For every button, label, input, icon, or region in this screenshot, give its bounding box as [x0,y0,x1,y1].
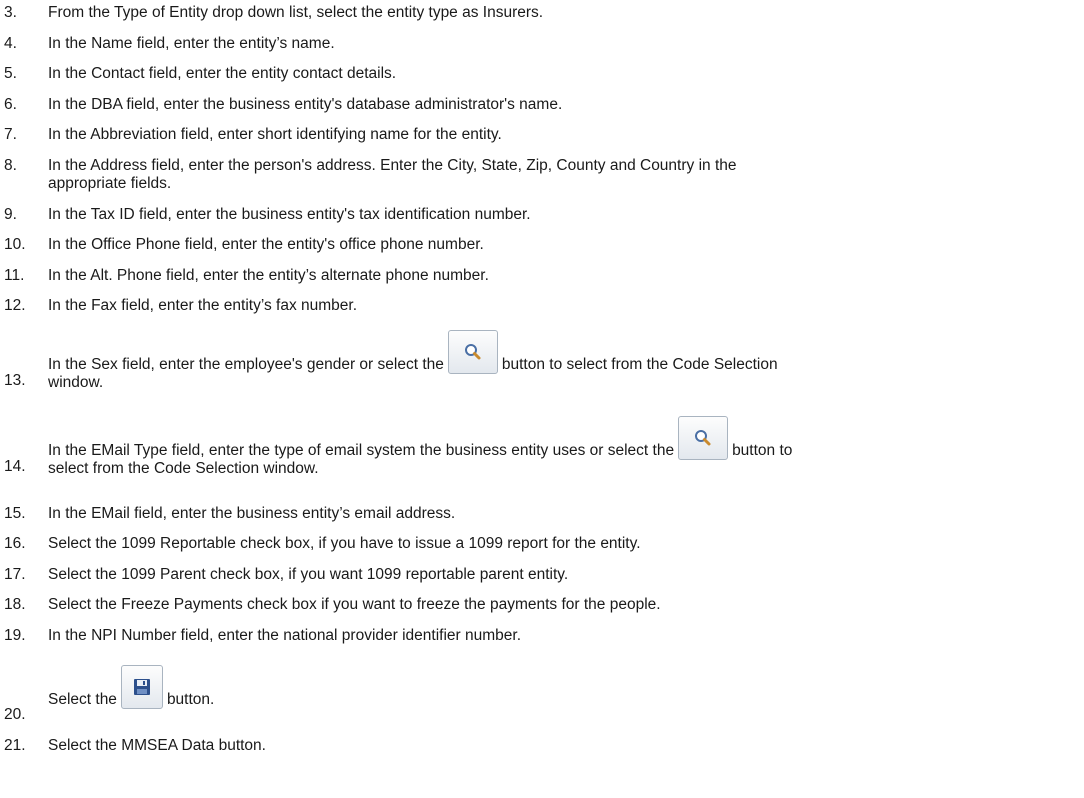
step-number: 21. [4,737,26,754]
step-text: In the DBA field, enter the business ent… [48,96,563,113]
step-21: 21. Select the MMSEA Data button. [0,737,1080,755]
step-number: 7. [4,126,17,143]
step-number: 13. [4,372,26,389]
step-text-line-1: In the Address field, enter the person's… [48,157,737,174]
step-text-after: button to [732,442,793,459]
step-text: From the Type of Entity drop down list, … [48,4,544,21]
step-text-before: In the EMail Type field, enter the type … [48,442,675,459]
step-4: 4. In the Name field, enter the entity’s… [0,35,1080,53]
step-text: In the Fax field, enter the entity’s fax… [48,297,358,314]
step-number: 14. [4,458,26,475]
step-20: 20. Select the button. [0,665,1080,723]
step-text-before: In the Sex field, enter the employee's g… [48,356,444,373]
step-number: 15. [4,505,26,522]
step-8: 8. In the Address field, enter the perso… [0,157,1080,193]
step-14: 14. In the EMail Type field, enter the t… [0,416,1080,478]
step-18: 18. Select the Freeze Payments check box… [0,596,1080,614]
step-text-after: button. [166,691,215,708]
step-number: 20. [4,706,26,723]
code-selection-search-button[interactable] [447,330,498,374]
step-9: 9. In the Tax ID field, enter the busine… [0,206,1080,224]
step-text: In the Abbreviation field, enter short i… [48,126,502,143]
step-15: 15. In the EMail field, enter the busine… [0,505,1080,523]
step-number: 11. [4,267,25,284]
step-text: Select the Freeze Payments check box if … [48,596,661,613]
magnifier-icon [695,430,711,446]
step-text: In the Name field, enter the entity’s na… [48,35,335,52]
step-19: 19. In the NPI Number field, enter the n… [0,627,1080,645]
step-5: 5. In the Contact field, enter the entit… [0,65,1080,83]
step-number: 4. [4,35,17,52]
step-text: Select the MMSEA Data button. [48,737,266,754]
step-number: 17. [4,566,26,583]
step-text-line-2: select from the Code Selection window. [48,460,319,477]
step-text: In the Office Phone field, enter the ent… [48,236,484,253]
step-number: 5. [4,65,17,82]
step-13: 13. In the Sex field, enter the employee… [0,330,1080,392]
save-button[interactable] [120,665,163,709]
step-11: 11. In the Alt. Phone field, enter the e… [0,267,1080,285]
step-text-line-2: window. [48,374,104,391]
magnifier-icon [464,344,481,360]
step-number: 8. [4,157,17,174]
step-number: 9. [4,206,17,223]
step-text-before: Select the [48,691,117,708]
step-6: 6. In the DBA field, enter the business … [0,96,1080,114]
step-7: 7. In the Abbreviation field, enter shor… [0,126,1080,144]
step-number: 16. [4,535,26,552]
step-text-line-2: appropriate fields. [48,175,172,192]
step-text: In the Alt. Phone field, enter the entit… [48,267,489,284]
step-17: 17. Select the 1099 Parent check box, if… [0,566,1080,584]
step-number: 19. [4,627,26,644]
step-number: 18. [4,596,26,613]
step-text: In the NPI Number field, enter the natio… [48,627,522,644]
code-selection-search-button[interactable] [678,416,729,460]
step-text: In the Tax ID field, enter the business … [48,206,531,223]
step-text: In the EMail field, enter the business e… [48,505,456,522]
step-3: 3. From the Type of Entity drop down lis… [0,4,1080,22]
floppy-disk-icon [133,679,150,695]
step-text: In the Contact field, enter the entity c… [48,65,397,82]
step-number: 10. [4,236,26,253]
step-number: 12. [4,297,26,314]
step-text-after: button to select from the Code Selection [501,356,778,373]
step-text: Select the 1099 Reportable check box, if… [48,535,641,552]
step-text: Select the 1099 Parent check box, if you… [48,566,569,583]
step-16: 16. Select the 1099 Reportable check box… [0,535,1080,553]
step-10: 10. In the Office Phone field, enter the… [0,236,1080,254]
step-12: 12. In the Fax field, enter the entity’s… [0,297,1080,315]
step-number: 3. [4,4,17,21]
step-number: 6. [4,96,17,113]
